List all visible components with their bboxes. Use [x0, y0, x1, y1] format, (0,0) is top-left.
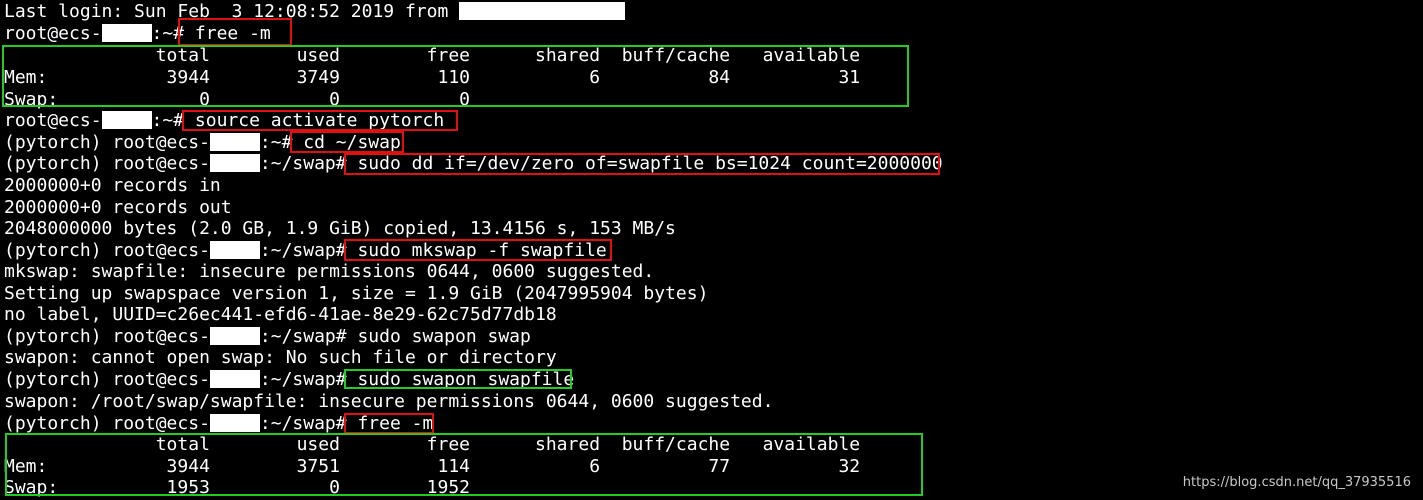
redacted-hostname — [101, 24, 152, 42]
prompt-text: (pytorch) root@ecs- — [4, 369, 210, 390]
redacted-hostname — [209, 370, 260, 388]
prompt-text: (pytorch) root@ecs- — [4, 153, 210, 174]
output-line: 2000000+0 records in — [4, 175, 221, 196]
output-line: Setting up swapspace version 1, size = 1… — [4, 283, 709, 304]
prompt-suffix: :~/swap# — [259, 326, 358, 347]
highlight-box-cd-swap — [290, 131, 404, 153]
prompt-line: (pytorch) root@ecs- :~/swap# sudo swapon … — [4, 326, 531, 348]
output-line: no label, UUID=c26ec441-efd6-41ae-8e29-6… — [4, 304, 557, 325]
redacted-hostname — [209, 133, 260, 151]
prompt-text: (pytorch) root@ecs- — [4, 326, 210, 347]
highlight-box-mkswap — [344, 239, 612, 261]
redacted-hostname — [209, 241, 260, 259]
prompt-suffix: :~/swap# — [259, 153, 358, 174]
last-login-line: Last login: Sun Feb 3 12:08:52 2019 from — [4, 1, 626, 23]
highlight-box-memory-after — [5, 433, 923, 496]
prompt-text: (pytorch) root@ecs- — [4, 240, 210, 261]
prompt-text: root@ecs- — [4, 110, 102, 131]
highlight-box-free-command — [178, 18, 292, 46]
prompt-suffix: :~/swap# — [259, 240, 358, 261]
redacted-hostname — [209, 154, 260, 172]
prompt-text: (pytorch) root@ecs- — [4, 413, 210, 434]
highlight-box-swapon — [344, 369, 572, 389]
terminal-window[interactable]: Last login: Sun Feb 3 12:08:52 2019 from… — [0, 0, 1423, 500]
output-line: mkswap: swapfile: insecure permissions 0… — [4, 261, 655, 282]
redacted-hostname — [209, 327, 260, 345]
highlight-box-dd-command — [344, 153, 940, 175]
prompt-text: (pytorch) root@ecs- — [4, 132, 210, 153]
redacted-host — [459, 2, 626, 20]
output-line: swapon: cannot open swap: No such file o… — [4, 347, 557, 368]
prompt-suffix: :~/swap# — [259, 413, 358, 434]
redacted-hostname — [101, 111, 152, 129]
redacted-hostname — [209, 414, 260, 432]
highlight-box-free-command-2 — [344, 413, 434, 434]
output-line: 2048000000 bytes (2.0 GB, 1.9 GiB) copie… — [4, 218, 676, 239]
highlight-box-memory-before — [2, 45, 909, 107]
watermark-url: https://blog.csdn.net/qq_37935516 — [1182, 475, 1411, 490]
output-line: swapon: /root/swap/swapfile: insecure pe… — [4, 391, 774, 412]
command-text: sudo swapon swap — [357, 326, 531, 347]
highlight-box-source-activate — [182, 110, 458, 131]
prompt-suffix: :~/swap# — [259, 369, 358, 390]
prompt-text: root@ecs- — [4, 23, 102, 44]
output-line: 2000000+0 records out — [4, 197, 232, 218]
